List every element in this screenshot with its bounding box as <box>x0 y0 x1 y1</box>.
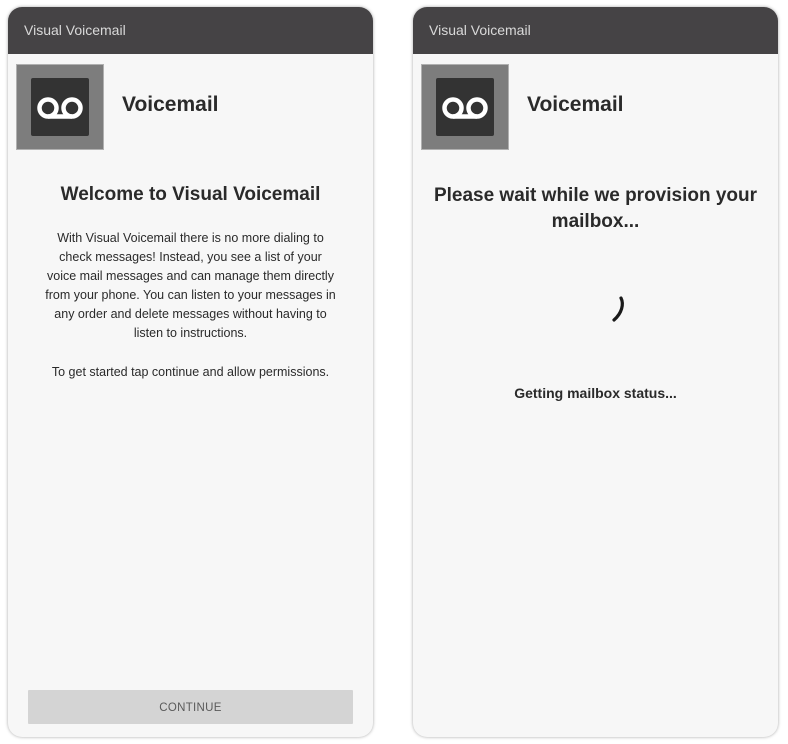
welcome-description: With Visual Voicemail there is no more d… <box>43 229 338 402</box>
app-header: Voicemail <box>413 54 778 154</box>
mailbox-status-text: Getting mailbox status... <box>514 385 677 401</box>
get-started-paragraph: To get started tap continue and allow pe… <box>51 365 330 379</box>
app-name: Voicemail <box>527 93 624 116</box>
provisioning-screen: Visual Voicemail Voicemail Please wait w… <box>413 7 778 737</box>
loading-spinner-icon <box>609 295 633 330</box>
welcome-heading: Welcome to Visual Voicemail <box>60 184 321 205</box>
continue-button[interactable]: CONTINUE <box>28 690 353 724</box>
app-title-bar: Visual Voicemail <box>8 7 373 54</box>
app-title-bar: Visual Voicemail <box>413 7 778 54</box>
welcome-paragraph: With Visual Voicemail there is no more d… <box>45 231 336 340</box>
provision-heading: Please wait while we provision your mail… <box>433 185 758 232</box>
voicemail-icon <box>16 64 104 150</box>
app-header: Voicemail <box>8 54 373 154</box>
app-name: Voicemail <box>122 93 219 116</box>
welcome-screen: Visual Voicemail Voicemail Welcome to Vi… <box>8 7 373 737</box>
voicemail-icon <box>421 64 509 150</box>
